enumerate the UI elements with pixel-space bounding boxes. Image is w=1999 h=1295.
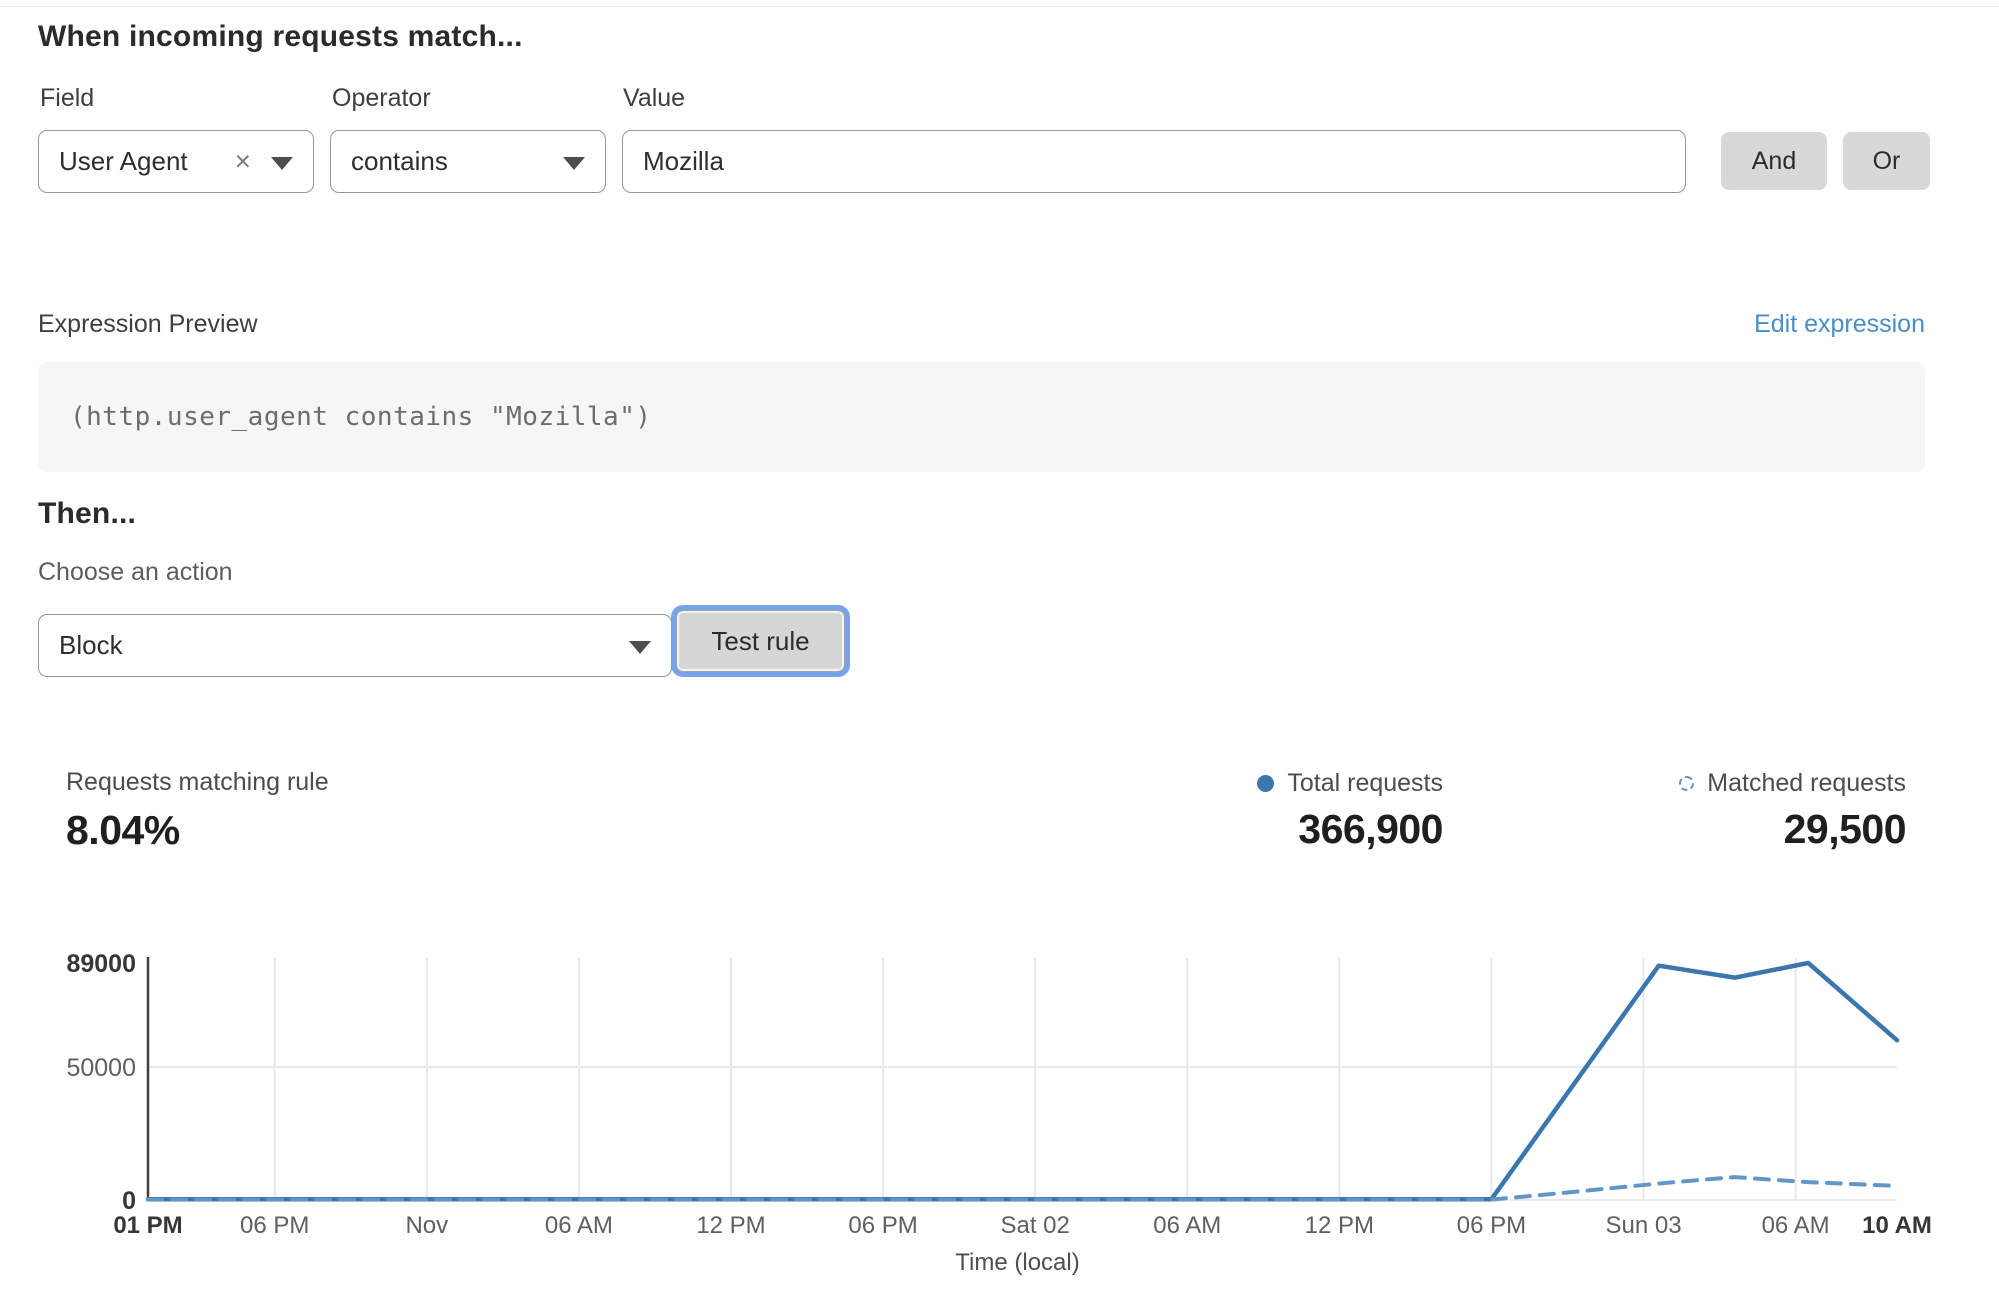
x-tick-label: 10 AM [1862,1212,1932,1239]
x-tick-label: Sun 03 [1605,1212,1681,1239]
then-heading: Then... [38,497,136,531]
expression-preview-block: (http.user_agent contains "Mozilla") [38,362,1925,472]
x-tick-label: 06 AM [545,1212,613,1239]
stat-matched-value: 29,500 [1784,806,1906,853]
stat-matching-label: Requests matching rule [66,768,329,797]
x-tick-label: 06 AM [1153,1212,1221,1239]
y-tick-label: 50000 [66,1054,136,1082]
edit-expression-link[interactable]: Edit expression [1754,310,1925,339]
stat-matched-requests: Matched requests 29,500 [1679,768,1906,853]
choose-action-label: Choose an action [38,558,233,587]
stat-matching-value: 8.04% [66,807,329,854]
x-tick-label: 12 PM [696,1212,765,1239]
field-select-value: User Agent [59,146,188,177]
page-title: When incoming requests match... [38,20,523,54]
x-tick-label: Sat 02 [1000,1212,1069,1239]
stat-matched-label: Matched requests [1707,769,1906,798]
x-tick-label: 06 PM [848,1212,917,1239]
or-button[interactable]: Or [1843,132,1930,190]
action-select[interactable]: Block [38,614,672,677]
top-divider [0,6,1999,7]
chevron-down-icon [271,157,293,170]
x-tick-label: 12 PM [1305,1212,1374,1239]
field-label: Field [40,84,94,113]
stat-requests-matching: Requests matching rule 8.04% [66,768,329,854]
firewall-rule-page: When incoming requests match... Field Op… [0,0,1999,1295]
x-tick-label: 06 AM [1762,1212,1830,1239]
stat-total-value: 366,900 [1298,806,1443,853]
action-select-value: Block [59,630,123,661]
y-tick-label: 0 [122,1187,136,1215]
matched-requests-dashed-circle-icon [1679,776,1694,791]
series-dashed [148,1177,1897,1200]
operator-select-value: contains [351,146,448,177]
clear-field-icon[interactable]: × [235,147,251,175]
operator-select[interactable]: contains [330,130,606,193]
expression-preview-label: Expression Preview [38,310,258,339]
x-tick-label: 06 PM [1457,1212,1526,1239]
and-button[interactable]: And [1721,132,1827,190]
field-select[interactable]: User Agent × [38,130,314,193]
total-requests-dot-icon [1257,775,1274,792]
chevron-down-icon [563,157,585,170]
value-label: Value [623,84,685,113]
y-tick-label: 89000 [66,950,136,978]
stat-total-requests: Total requests 366,900 [1257,768,1443,853]
x-tick-label: Nov [405,1212,448,1239]
operator-label: Operator [332,84,431,113]
chevron-down-icon [629,641,651,654]
test-rule-button[interactable]: Test rule [677,611,844,671]
x-tick-label: 01 PM [113,1212,182,1239]
x-axis-title: Time (local) [955,1249,1079,1276]
series-solid [148,963,1897,1199]
value-input[interactable] [622,130,1686,193]
requests-line-chart: 0 50000 89000 01 PM 06 PM Nov 06 AM 12 PM 06 PM S… [0,938,1999,1295]
stat-total-label: Total requests [1287,769,1443,798]
x-tick-label: 06 PM [240,1212,309,1239]
test-rule-focus-ring: Test rule [671,605,850,677]
expression-code: (http.user_agent contains "Mozilla") [70,402,652,432]
requests-chart: 0 50000 89000 01 PM 06 PM Nov 06 AM 12 PM 06 PM S… [0,938,1999,1295]
